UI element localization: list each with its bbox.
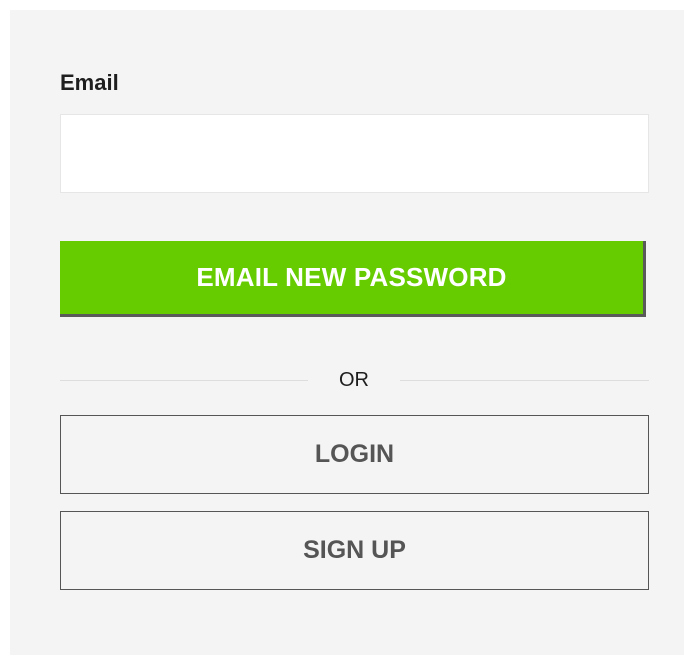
or-divider-left — [60, 380, 308, 381]
sign-up-button[interactable]: SIGN UP — [60, 511, 649, 590]
or-separator: OR — [339, 369, 369, 391]
email-field[interactable] — [60, 114, 649, 193]
or-divider-right — [400, 380, 649, 381]
login-button[interactable]: LOGIN — [60, 415, 649, 494]
email-new-password-button[interactable]: EMAIL NEW PASSWORD — [60, 241, 646, 317]
email-label: Email — [60, 70, 119, 95]
